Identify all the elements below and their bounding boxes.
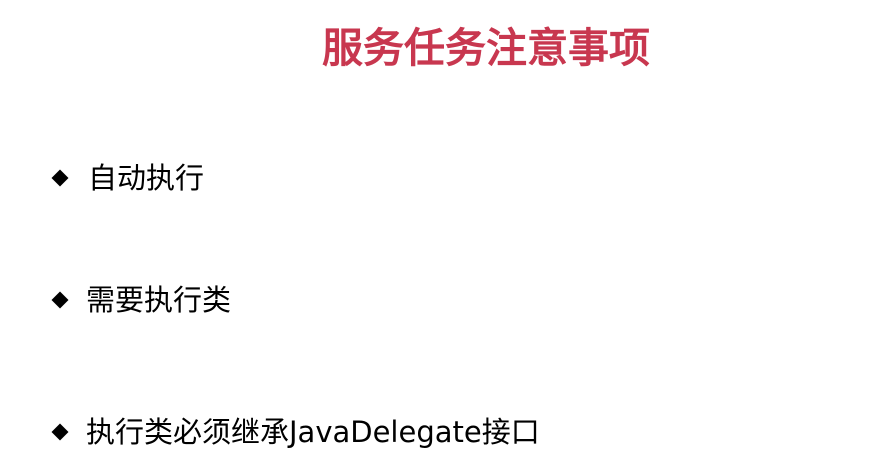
slide-title: 服务任务注意事项 bbox=[322, 24, 650, 72]
bullet-item-1: 自动执行 bbox=[52, 158, 204, 198]
bullet-text-1: 自动执行 bbox=[88, 161, 205, 195]
slide: 服务任务注意事项 自动执行 需要执行类 执行类必须继承JavaDelegate接… bbox=[0, 0, 876, 474]
bullet-text-2: 需要执行类 bbox=[86, 283, 232, 317]
bullet-text-3: 执行类必须继承JavaDelegate接口 bbox=[86, 415, 540, 449]
diamond-bullet-icon bbox=[52, 170, 68, 186]
bullet-item-2: 需要执行类 bbox=[52, 280, 231, 320]
diamond-bullet-icon bbox=[52, 424, 68, 440]
bullet-item-3: 执行类必须继承JavaDelegate接口 bbox=[52, 412, 540, 452]
diamond-bullet-icon bbox=[52, 292, 68, 308]
